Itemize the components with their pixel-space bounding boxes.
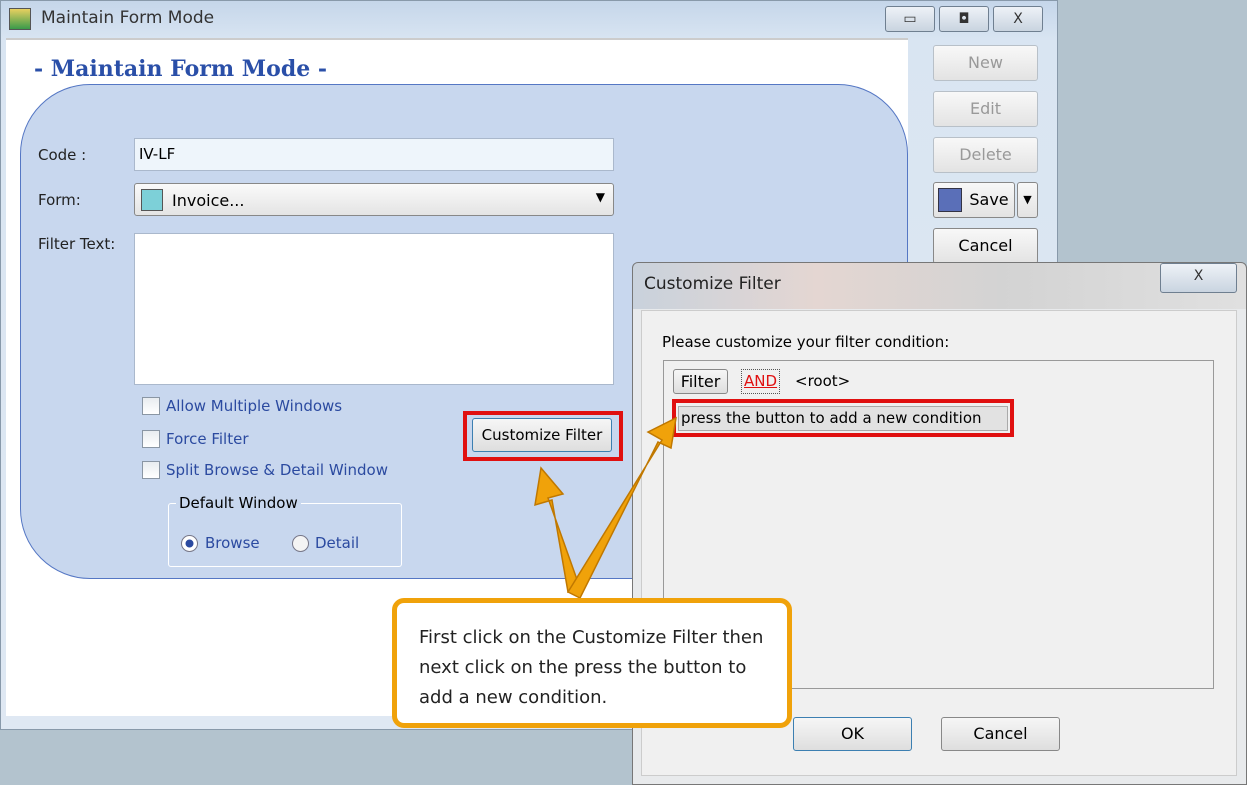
callout-note: First click on the Customize Filter then… — [392, 598, 792, 728]
arrow-to-add-condition — [566, 416, 677, 600]
arrow-to-customize-filter — [534, 466, 581, 593]
